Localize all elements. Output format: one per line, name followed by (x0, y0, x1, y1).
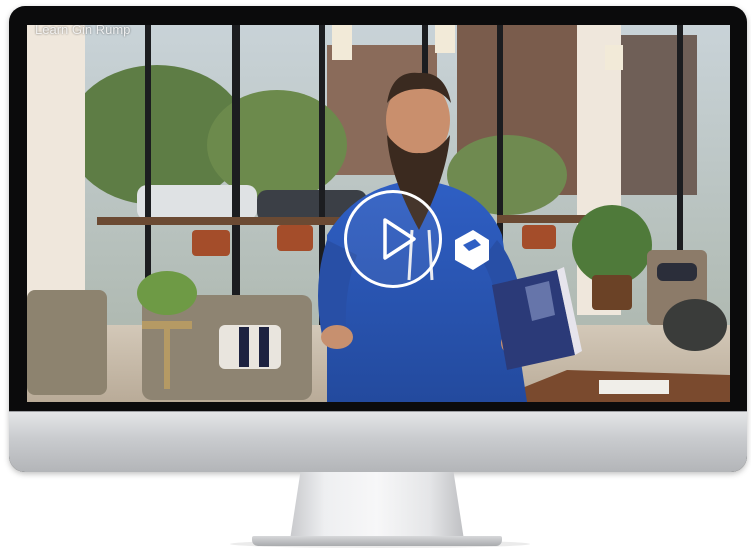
monitor-stand (290, 472, 464, 540)
play-icon (383, 218, 416, 260)
video-title: Learn Gin Rump (35, 25, 131, 37)
monitor-chin (9, 411, 747, 472)
monitor-stand-base (252, 536, 502, 546)
play-button[interactable] (344, 190, 442, 288)
monitor-mockup: Learn Gin Rump (0, 0, 751, 548)
video-player[interactable]: Learn Gin Rump (27, 25, 730, 402)
monitor-body: Learn Gin Rump (9, 6, 747, 472)
